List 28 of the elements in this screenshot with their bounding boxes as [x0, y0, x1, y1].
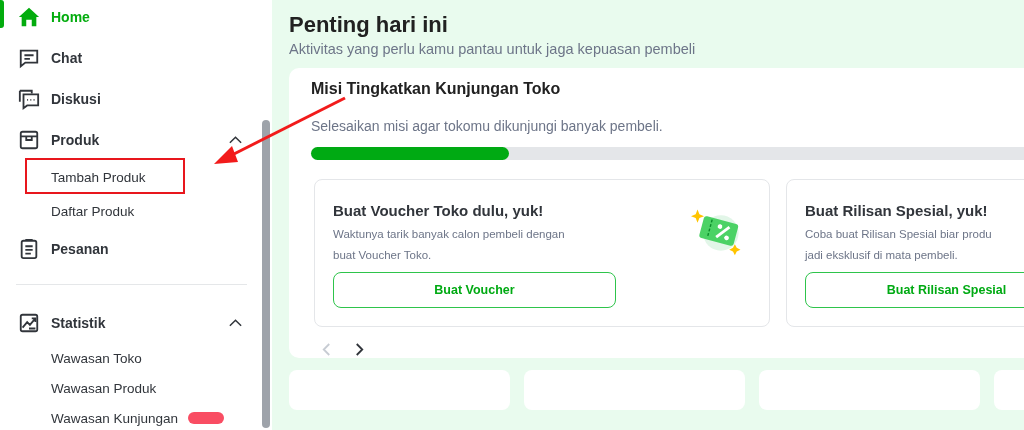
discussion-icon [18, 87, 40, 110]
card-title: Buat Voucher Toko dulu, yuk! [333, 202, 545, 219]
sidebar-subitem[interactable]: Wawasan Kunjungan [51, 410, 179, 426]
card-title: Buat Rilisan Spesial, yuk! [805, 202, 989, 219]
sidebar-subitem[interactable]: Wawasan Produk [51, 380, 157, 396]
section-title: Penting hari ini [289, 12, 449, 38]
sidebar-subitem[interactable]: Tambah Produk [51, 169, 146, 185]
mission-description: Selesaikan misi agar tokomu dikunjungi banyak pembeli. [311, 118, 664, 134]
sidebar-subitem[interactable]: Daftar Produk [51, 203, 135, 219]
card-description: Waktunya tarik banyak calon pembeli dengan buat Voucher Toko. [333, 227, 565, 263]
section-subtitle: Aktivitas yang perlu kamu pantau untuk jaga kepuasan pembeli [289, 41, 697, 57]
sidebar-item[interactable]: Pesanan [0, 228, 263, 269]
chart-icon [18, 311, 40, 334]
sidebar-item[interactable]: Chat [0, 37, 263, 78]
scrollbar[interactable] [262, 120, 270, 428]
sidebar-item[interactable]: Diskusi [0, 78, 263, 119]
mission-title: Misi Tingkatkan Kunjungan Toko [311, 80, 562, 98]
chevron-icon[interactable] [228, 134, 243, 145]
selection-bar [0, 0, 4, 28]
sidebar-item[interactable]: Statistik [0, 302, 263, 343]
sidebar-item[interactable]: Produk [0, 119, 263, 160]
home-icon [18, 5, 40, 28]
clipboard-icon [18, 237, 40, 260]
next-icon[interactable] [354, 342, 365, 357]
chevron-icon[interactable] [228, 317, 243, 328]
sidebar-subitem[interactable]: Wawasan Toko [51, 350, 142, 366]
card-description: Coba buat Rilisan Spesial biar produ jadi eksklusif di mata pembeli. [805, 227, 992, 263]
box-icon [18, 128, 40, 151]
